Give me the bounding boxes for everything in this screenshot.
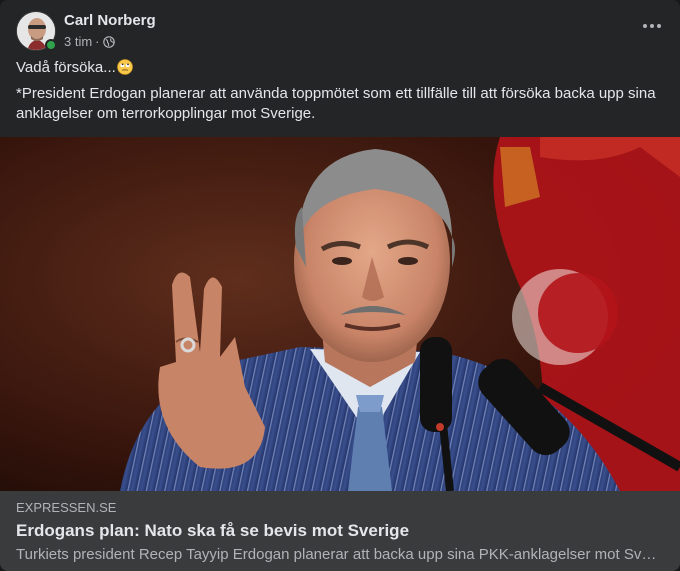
globe-icon[interactable]: [102, 35, 115, 48]
feed-post: Carl Norberg 3 tim · Vadå försöka... *Pr…: [0, 0, 680, 571]
post-message-line: Vadå försöka...: [16, 58, 664, 78]
link-domain: EXPRESSEN.SE: [16, 500, 117, 515]
face-with-rolling-eyes-emoji-icon: [116, 59, 133, 75]
author-avatar[interactable]: [16, 11, 57, 51]
post-message-text: Vadå försöka...: [16, 59, 116, 76]
author-name[interactable]: Carl Norberg: [64, 12, 156, 30]
link-preview-image[interactable]: [0, 137, 680, 491]
post-meta: 3 tim ·: [64, 33, 156, 51]
meta-separator: ·: [95, 33, 100, 49]
post-message: Vadå försöka... *President Erdogan plane…: [16, 58, 664, 130]
link-title[interactable]: Erdogans plan: Nato ska få se bevis mot …: [16, 520, 664, 542]
post-message-paragraph: *President Erdogan planerar att använda …: [16, 85, 656, 122]
post-timestamp[interactable]: 3 tim: [64, 33, 92, 51]
post-options-button[interactable]: [634, 8, 670, 44]
speaker-at-podium-photo: [0, 137, 680, 491]
post-header: Carl Norberg 3 tim ·: [16, 10, 664, 52]
link-description: Turkiets president Recep Tayyip Erdogan …: [16, 546, 664, 563]
online-status-indicator: [45, 39, 57, 51]
link-preview-meta[interactable]: EXPRESSEN.SE Erdogans plan: Nato ska få …: [0, 491, 680, 571]
author-block: Carl Norberg 3 tim ·: [64, 12, 156, 51]
more-options-icon: [643, 24, 661, 28]
